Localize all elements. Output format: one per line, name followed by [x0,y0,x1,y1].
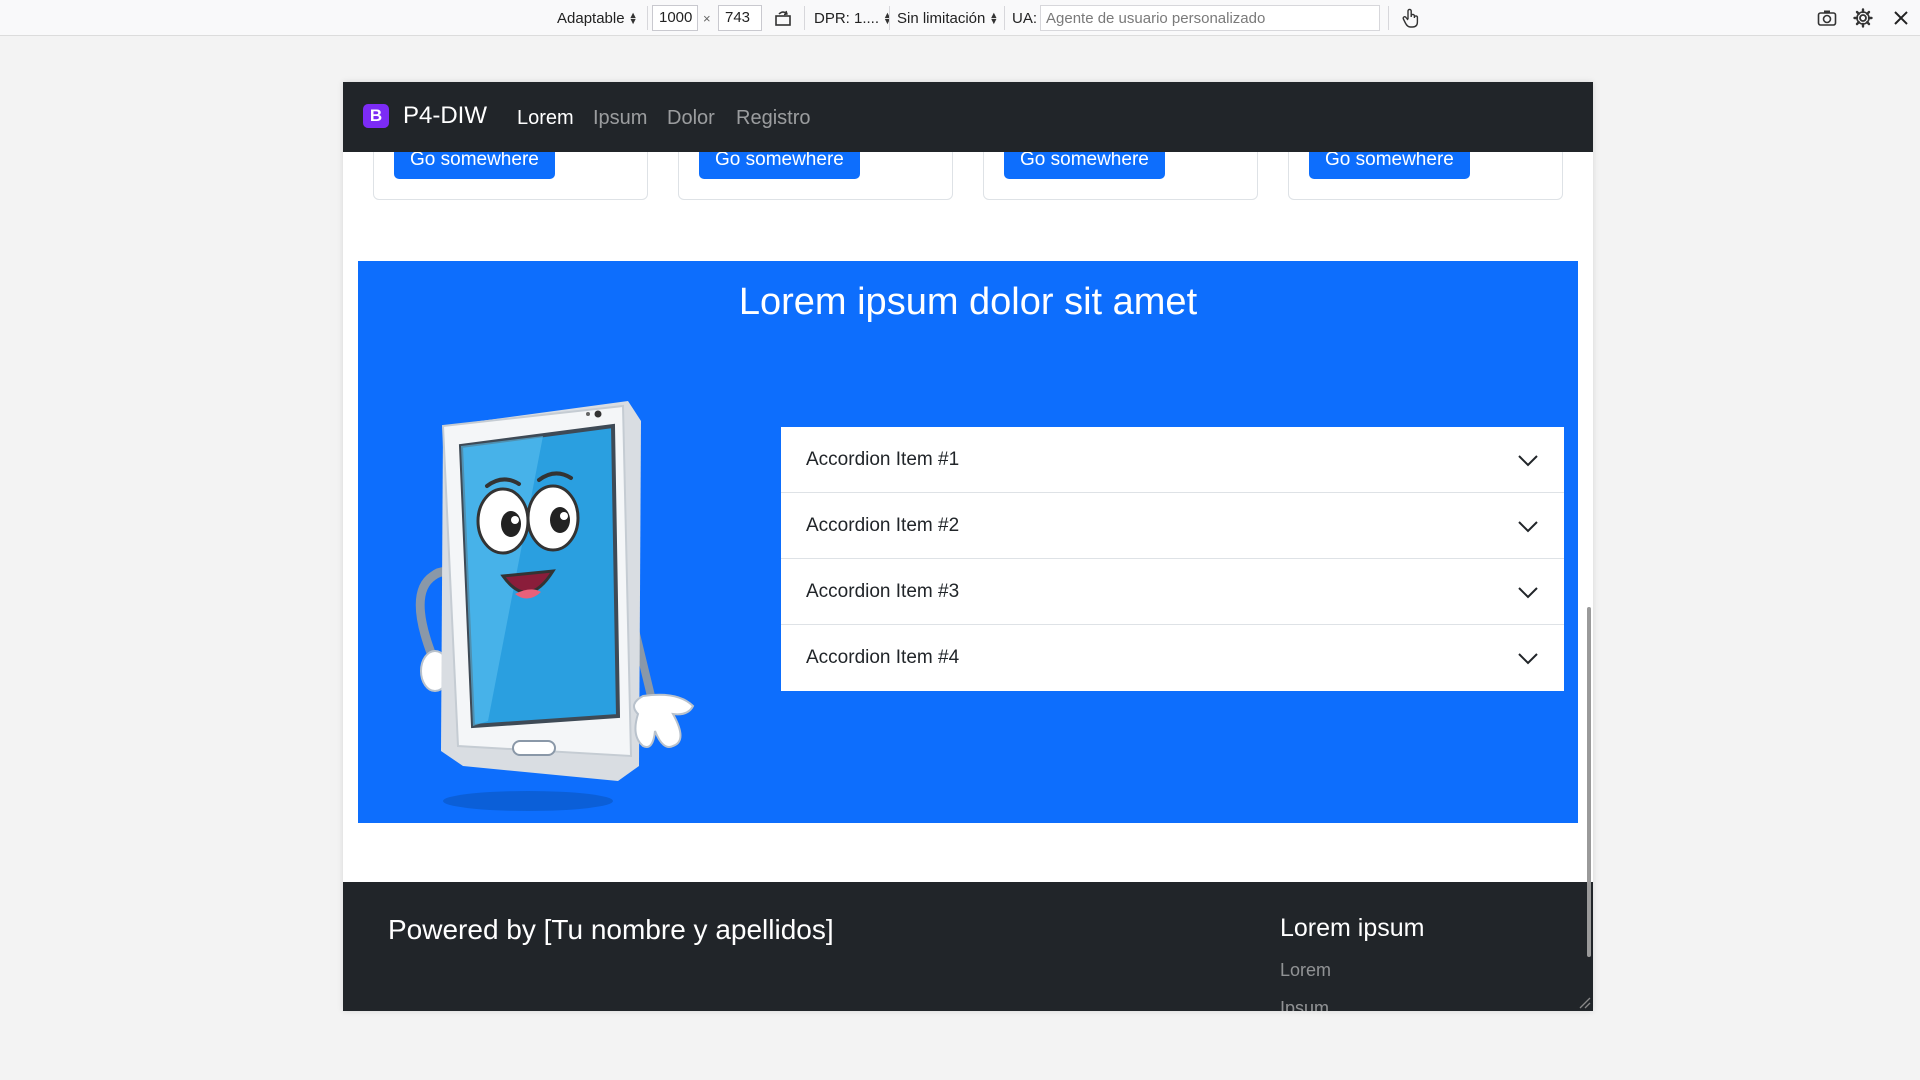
ua-label: UA: [1012,9,1038,27]
accordion-item[interactable]: Accordion Item #2 [781,493,1564,559]
responsive-viewport: Go somewhere Go somewhere Go somewhere G… [343,82,1593,1011]
responsive-toolbar: Adaptable ▲ ▼ 1000 × 743 DPR: 1.... ▲ ▼ Si… [0,0,1920,36]
accordion: Accordion Item #1 Accordion Item #2 Acco… [781,427,1564,691]
accordion-item[interactable]: Accordion Item #1 [781,427,1564,493]
nav-link-registro[interactable]: Registro [736,107,810,130]
accordion-item-label: Accordion Item #1 [806,449,960,470]
accordion-item-label: Accordion Item #2 [806,515,960,536]
nav-link-lorem[interactable]: Lorem [517,107,574,130]
select-arrows-icon: ▲ ▼ [883,10,892,26]
resize-handle-icon[interactable] [1577,995,1591,1009]
toolbar-divider [889,6,890,30]
footer-credit: Powered by [Tu nombre y apellidos] [388,914,834,945]
chevron-down-icon [1518,455,1538,467]
dpr-label: DPR: 1.... [814,9,880,27]
feature-section: Lorem ipsum dolor sit amet Accordion Ite… [358,261,1578,823]
chevron-down-icon [1518,587,1538,599]
user-agent-input[interactable]: Agente de usuario personalizado [1040,5,1380,31]
footer-heading: Lorem ipsum [1280,914,1425,942]
footer-link-lorem[interactable]: Lorem [1280,960,1331,981]
navbar-brand[interactable]: P4-DIW [403,102,487,130]
device-selector[interactable]: Adaptable ▲ ▼ [557,0,637,36]
navbar: B P4-DIW Lorem Ipsum Dolor Registro [343,82,1593,152]
select-arrows-icon: ▲ ▼ [989,10,999,26]
scrollbar-thumb[interactable] [1587,607,1591,957]
toolbar-divider [804,6,805,30]
dimension-separator: × [703,10,711,26]
viewport-height-input[interactable]: 743 [718,5,762,31]
nav-link-dolor[interactable]: Dolor [667,107,715,130]
accordion-item[interactable]: Accordion Item #3 [781,559,1564,625]
toolbar-divider [1004,6,1005,30]
toolbar-divider [1388,6,1389,30]
rotate-icon[interactable] [772,7,794,29]
throttle-selector[interactable]: Sin limitación ▲ ▼ [897,0,998,36]
screenshot-icon[interactable] [1816,7,1838,29]
accordion-item[interactable]: Accordion Item #4 [781,625,1564,691]
phone-mascot-illustration [415,401,695,811]
touch-simulation-icon[interactable] [1400,7,1422,29]
toolbar-divider [647,6,648,30]
settings-gear-icon[interactable] [1852,7,1874,29]
footer: Powered by [Tu nombre y apellidos] Lorem… [343,882,1593,1011]
select-arrows-icon: ▲ ▼ [628,10,638,26]
accordion-item-label: Accordion Item #4 [806,647,960,668]
section-title: Lorem ipsum dolor sit amet [738,281,1198,323]
bootstrap-logo[interactable]: B [363,104,389,128]
chevron-down-icon [1518,653,1538,665]
nav-link-ipsum[interactable]: Ipsum [593,107,647,130]
accordion-item-label: Accordion Item #3 [806,581,960,602]
footer-link-ipsum[interactable]: Ipsum [1280,998,1329,1011]
dpr-selector[interactable]: DPR: 1.... ▲ ▼ [814,0,892,36]
viewport-width-input[interactable]: 1000 [652,5,698,31]
close-icon[interactable] [1890,7,1912,29]
device-selector-label: Adaptable [557,9,625,27]
throttle-label: Sin limitación [897,9,986,27]
chevron-down-icon [1518,521,1538,533]
